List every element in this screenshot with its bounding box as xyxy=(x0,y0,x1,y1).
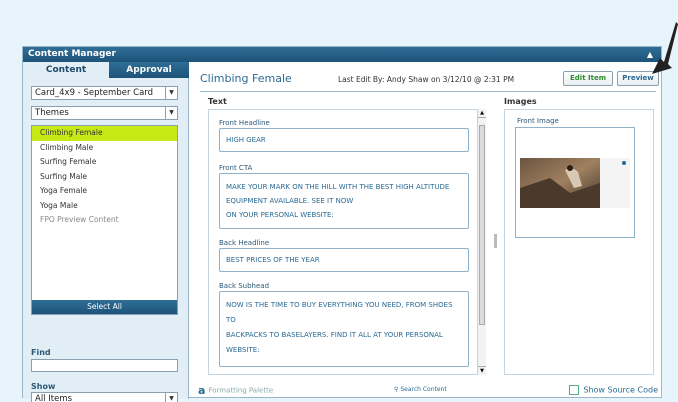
back-headline-field[interactable]: BEST PRICES OF THE YEAR xyxy=(219,248,469,272)
search-content-button[interactable]: ⚲ Search Content xyxy=(394,386,447,393)
show-select-value: All Items xyxy=(35,394,73,402)
formatting-palette-icon: a xyxy=(198,384,206,397)
search-content-label: Search Content xyxy=(400,386,447,393)
item-title: Climbing Female xyxy=(200,72,292,85)
content-list: Climbing Female Climbing Male Surfing Fe… xyxy=(31,125,178,315)
card-select[interactable]: Card_4x9 - September Card ▼ xyxy=(31,86,178,100)
list-item[interactable]: Climbing Male xyxy=(32,141,177,156)
chevron-down-icon[interactable]: ▼ xyxy=(165,87,177,99)
field-label: Front Headline xyxy=(219,119,270,127)
window-titlebar: Content Manager ▲ xyxy=(23,47,661,62)
card-select-value: Card_4x9 - September Card xyxy=(35,88,154,98)
field-label: Back Subhead xyxy=(219,282,270,290)
field-line: BACKPACKS TO BASELAYERS. FIND IT ALL AT … xyxy=(226,331,443,339)
last-edit-info: Last Edit By: Andy Shaw on 3/12/10 @ 2:3… xyxy=(338,75,515,84)
window-title: Content Manager xyxy=(28,49,116,59)
chevron-down-icon[interactable]: ▼ xyxy=(165,107,177,119)
field-line: ON YOUR PERSONAL WEBSITE: xyxy=(226,211,334,219)
tab-content[interactable]: Content xyxy=(23,62,109,78)
text-panel: Front Headline HIGH GEAR Front CTA MAKE … xyxy=(208,109,486,375)
themes-select[interactable]: Themes ▼ xyxy=(31,106,178,120)
edit-item-button[interactable]: Edit Item xyxy=(563,71,613,86)
search-icon: ⚲ xyxy=(394,386,399,393)
list-item[interactable]: Yoga Female xyxy=(32,184,177,199)
chevron-down-icon[interactable]: ▼ xyxy=(165,393,177,402)
field-line: MAKE YOUR MARK ON THE HILL WITH THE BEST… xyxy=(226,183,450,191)
formatting-palette-label: Formatting Palette xyxy=(208,386,274,395)
select-all-button[interactable]: Select All xyxy=(32,300,177,314)
text-section-title: Text xyxy=(208,97,227,106)
formatting-palette-button[interactable]: a Formatting Palette xyxy=(198,384,273,397)
front-headline-field[interactable]: HIGH GEAR xyxy=(219,128,469,152)
climber-photo xyxy=(520,158,630,208)
field-line: WEBSITE: xyxy=(226,346,260,354)
field-line: EQUIPMENT AVAILABLE. SEE IT NOW xyxy=(226,197,354,205)
front-cta-field[interactable]: MAKE YOUR MARK ON THE HILL WITH THE BEST… xyxy=(219,173,469,229)
scroll-thumb[interactable] xyxy=(479,125,485,325)
themes-select-value: Themes xyxy=(35,108,69,118)
scroll-down-icon[interactable]: ▼ xyxy=(478,366,486,375)
arrow-cursor-icon xyxy=(652,22,678,74)
field-label: Back Headline xyxy=(219,239,270,247)
show-label: Show xyxy=(31,382,56,391)
resize-handle[interactable] xyxy=(494,234,497,248)
main-pane: Climbing Female Last Edit By: Andy Shaw … xyxy=(190,62,662,399)
footer-bar: a Formatting Palette ⚲ Search Content Sho… xyxy=(198,384,658,398)
back-subhead-field[interactable]: NOW IS THE TIME TO BUY EVERYTHING YOU NE… xyxy=(219,291,469,367)
show-source-label: Show Source Code xyxy=(583,385,658,395)
list-item[interactable]: Climbing Female xyxy=(32,126,177,141)
list-item[interactable]: Surfing Male xyxy=(32,170,177,185)
show-select[interactable]: All Items ▼ xyxy=(31,392,178,402)
content-manager-window: Content Manager ▲ Content Approval Card_… xyxy=(22,46,662,402)
source-code-icon xyxy=(569,385,580,395)
scroll-up-icon[interactable]: ▲ xyxy=(478,109,486,118)
field-line: TO xyxy=(226,316,236,324)
images-section-title: Images xyxy=(504,97,537,106)
list-item[interactable]: Surfing Female xyxy=(32,155,177,170)
list-item[interactable]: FPO Preview Content xyxy=(32,213,177,228)
list-item[interactable]: Yoga Male xyxy=(32,199,177,214)
field-label: Front CTA xyxy=(219,164,253,172)
show-source-button[interactable]: Show Source Code xyxy=(569,385,658,395)
field-line: HIGH GEAR xyxy=(226,136,266,144)
front-image-label: Front Image xyxy=(517,117,559,125)
front-image-frame[interactable] xyxy=(515,127,635,238)
field-line: NOW IS THE TIME TO BUY EVERYTHING YOU NE… xyxy=(226,301,453,309)
find-label: Find xyxy=(31,348,51,357)
text-scrollbar[interactable]: ▲ ▼ xyxy=(477,109,486,375)
divider xyxy=(200,91,656,92)
field-line: BEST PRICES OF THE YEAR xyxy=(226,256,320,264)
images-panel: Front Image xyxy=(504,109,654,375)
find-input[interactable] xyxy=(31,359,178,372)
left-pane: Content Approval Card_4x9 - September Ca… xyxy=(23,62,189,402)
tab-approval[interactable]: Approval xyxy=(109,62,189,78)
tab-bar: Content Approval xyxy=(23,62,189,78)
